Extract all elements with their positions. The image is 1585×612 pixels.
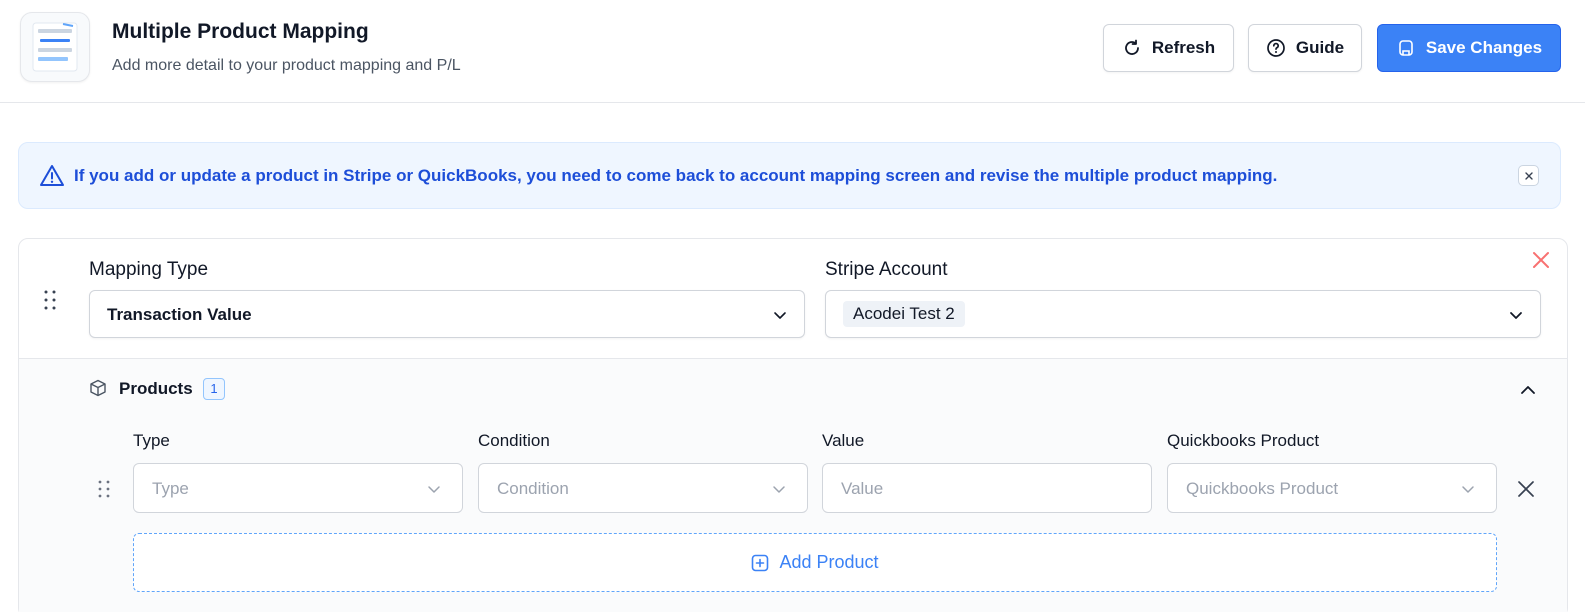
drag-handle-icon[interactable] [43, 289, 57, 311]
drag-handle-icon[interactable] [97, 479, 111, 499]
remove-mapping-icon[interactable] [1532, 251, 1550, 269]
chevron-down-icon [1462, 486, 1474, 493]
type-column-label: Type [133, 431, 170, 450]
help-circle-icon [1267, 39, 1285, 57]
type-placeholder: Type [152, 479, 189, 498]
type-select[interactable]: Type [133, 463, 463, 513]
guide-button[interactable]: Guide [1248, 24, 1362, 72]
refresh-button[interactable]: Refresh [1103, 24, 1234, 72]
refresh-icon [1124, 39, 1139, 55]
mapping-type-value: Transaction Value [107, 305, 252, 324]
save-icon [1399, 40, 1413, 56]
value-placeholder: Value [841, 479, 884, 498]
alert-message: If you add or update a product in Stripe… [74, 166, 1278, 185]
condition-column-label: Condition [478, 431, 550, 450]
value-input[interactable]: Value [822, 463, 1152, 513]
save-changes-button[interactable]: Save Changes [1377, 24, 1561, 72]
products-count-badge: 1 [203, 378, 225, 400]
stripe-account-select[interactable]: Acodei Test 2 [825, 290, 1541, 338]
warning-triangle-icon [40, 165, 64, 186]
box-icon [90, 379, 106, 397]
info-alert: If you add or update a product in Stripe… [18, 142, 1561, 209]
chevron-up-icon[interactable] [1519, 381, 1537, 399]
add-product-button[interactable]: Add Product [133, 533, 1497, 592]
refresh-label: Refresh [1151, 38, 1216, 57]
mapping-type-label: Mapping Type [89, 259, 209, 280]
stripe-account-chip: Acodei Test 2 [843, 301, 965, 327]
chevron-down-icon [428, 486, 440, 493]
chevron-down-icon [774, 312, 786, 319]
save-label: Save Changes [1425, 38, 1543, 57]
products-title: Products [119, 379, 193, 398]
page-header: Multiple Product Mapping Add more detail… [0, 0, 1585, 103]
page-subtitle: Add more detail to your product mapping … [112, 57, 461, 74]
page-title: Multiple Product Mapping [112, 20, 369, 43]
guide-label: Guide [1295, 38, 1345, 57]
value-column-label: Value [822, 431, 865, 450]
app-logo [20, 12, 90, 82]
remove-row-icon[interactable] [1516, 479, 1536, 499]
document-lines-icon [32, 22, 78, 72]
plus-square-icon [752, 554, 769, 571]
close-icon [1524, 171, 1533, 180]
quickbooks-product-column-label: Quickbooks Product [1167, 431, 1320, 450]
chevron-down-icon [773, 486, 785, 493]
mapping-type-select[interactable]: Transaction Value [89, 290, 805, 338]
quickbooks-product-select[interactable]: Quickbooks Product [1167, 463, 1497, 513]
mapping-card: Mapping Type Transaction Value Stripe Ac… [18, 238, 1568, 612]
condition-select[interactable]: Condition [478, 463, 808, 513]
add-product-label: Add Product [779, 552, 879, 572]
alert-close-button[interactable] [1518, 165, 1539, 186]
condition-placeholder: Condition [497, 479, 569, 498]
chevron-down-icon [1510, 312, 1522, 319]
stripe-account-label: Stripe Account [825, 259, 948, 280]
quickbooks-product-placeholder: Quickbooks Product [1186, 479, 1339, 498]
